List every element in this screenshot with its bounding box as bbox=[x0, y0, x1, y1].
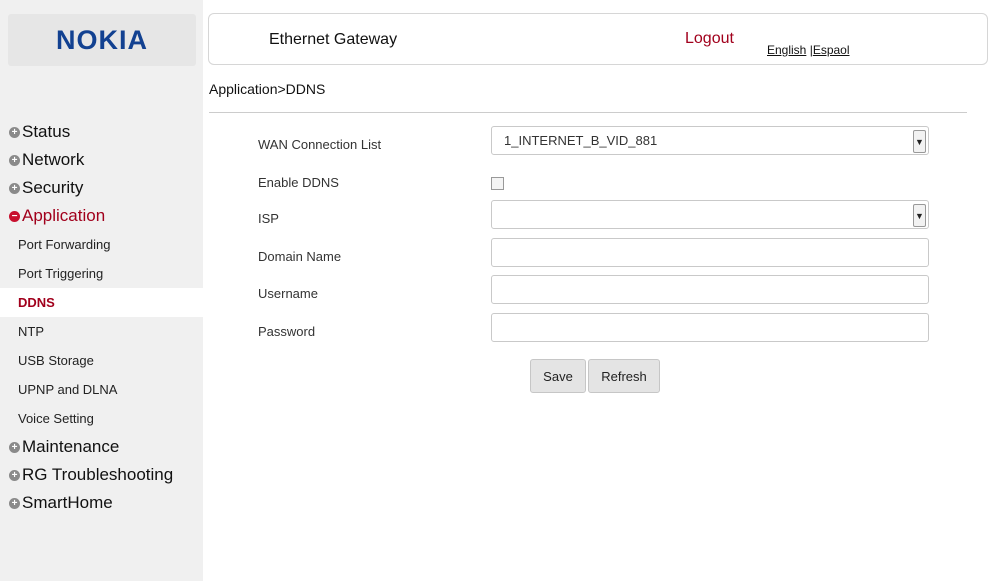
english-link[interactable]: English bbox=[767, 43, 806, 57]
expand-plus-icon: + bbox=[9, 469, 20, 481]
page-title: Ethernet Gateway bbox=[269, 31, 398, 48]
nav-maintenance-label: Maintenance bbox=[22, 437, 120, 456]
dropdown-arrow-icon: ▼ bbox=[913, 204, 926, 227]
expand-plus-icon: + bbox=[9, 182, 20, 194]
spanish-link[interactable]: Espaol bbox=[813, 43, 850, 57]
nav-menu: + Status + Network + Security − Applicat… bbox=[0, 118, 203, 517]
nav-network-label: Network bbox=[22, 150, 85, 169]
isp-select[interactable]: ▼ bbox=[491, 200, 929, 229]
nav-security-label: Security bbox=[22, 178, 84, 197]
sidebar-item-ntp[interactable]: NTP bbox=[0, 317, 203, 346]
save-button[interactable]: Save bbox=[530, 359, 586, 393]
expand-plus-icon: + bbox=[9, 126, 20, 138]
sidebar-item-port-forwarding[interactable]: Port Forwarding bbox=[0, 230, 203, 259]
sidebar-item-usb-storage[interactable]: USB Storage bbox=[0, 346, 203, 375]
password-field[interactable] bbox=[491, 313, 929, 342]
sidebar-item-upnp-dlna[interactable]: UPNP and DLNA bbox=[0, 375, 203, 404]
sidebar-item-voice-setting[interactable]: Voice Setting bbox=[0, 404, 203, 433]
dropdown-arrow-icon: ▼ bbox=[913, 130, 926, 153]
nav-rg-troubleshooting-label: RG Troubleshooting bbox=[22, 465, 174, 484]
header-bar: Ethernet Gateway Logout English |Espaol bbox=[208, 13, 988, 65]
nav-status[interactable]: + Status bbox=[0, 118, 203, 146]
password-label: Password bbox=[258, 324, 316, 339]
nav-status-label: Status bbox=[22, 122, 71, 141]
nav-rg-troubleshooting[interactable]: + RG Troubleshooting bbox=[0, 461, 203, 489]
expand-plus-icon: + bbox=[9, 441, 20, 453]
divider bbox=[209, 112, 967, 113]
enable-ddns-label: Enable DDNS bbox=[258, 175, 339, 190]
isp-label: ISP bbox=[258, 211, 279, 226]
nav-security[interactable]: + Security bbox=[0, 174, 203, 202]
language-switcher: English |Espaol bbox=[767, 43, 850, 57]
sidebar: NOKIA + Status + Network + Security − Ap… bbox=[0, 0, 203, 581]
nokia-logo: NOKIA bbox=[56, 24, 148, 55]
username-label: Username bbox=[258, 286, 318, 301]
nav-maintenance[interactable]: + Maintenance bbox=[0, 433, 203, 461]
sidebar-item-ddns[interactable]: DDNS bbox=[0, 288, 203, 317]
username-field[interactable] bbox=[491, 275, 929, 304]
wan-connection-value: 1_INTERNET_B_VID_881 bbox=[504, 133, 658, 148]
domain-name-field[interactable] bbox=[491, 238, 929, 267]
breadcrumb: Application>DDNS bbox=[209, 81, 326, 97]
nav-smarthome-label: SmartHome bbox=[22, 493, 113, 512]
nav-smarthome[interactable]: + SmartHome bbox=[0, 489, 203, 517]
refresh-button[interactable]: Refresh bbox=[588, 359, 660, 393]
expand-plus-icon: + bbox=[9, 154, 20, 166]
collapse-minus-icon: − bbox=[9, 210, 20, 222]
wan-connection-select[interactable]: 1_INTERNET_B_VID_881 ▼ bbox=[491, 126, 929, 155]
wan-connection-label: WAN Connection List bbox=[258, 137, 382, 152]
logo-box: NOKIA bbox=[8, 14, 196, 66]
enable-ddns-checkbox[interactable] bbox=[491, 177, 504, 190]
sidebar-item-port-triggering[interactable]: Port Triggering bbox=[0, 259, 203, 288]
expand-plus-icon: + bbox=[9, 497, 20, 509]
domain-name-label: Domain Name bbox=[258, 249, 342, 264]
nav-application-label: Application bbox=[22, 206, 106, 225]
logout-link[interactable]: Logout bbox=[685, 30, 734, 48]
nav-application[interactable]: − Application bbox=[0, 202, 203, 230]
nav-network[interactable]: + Network bbox=[0, 146, 203, 174]
